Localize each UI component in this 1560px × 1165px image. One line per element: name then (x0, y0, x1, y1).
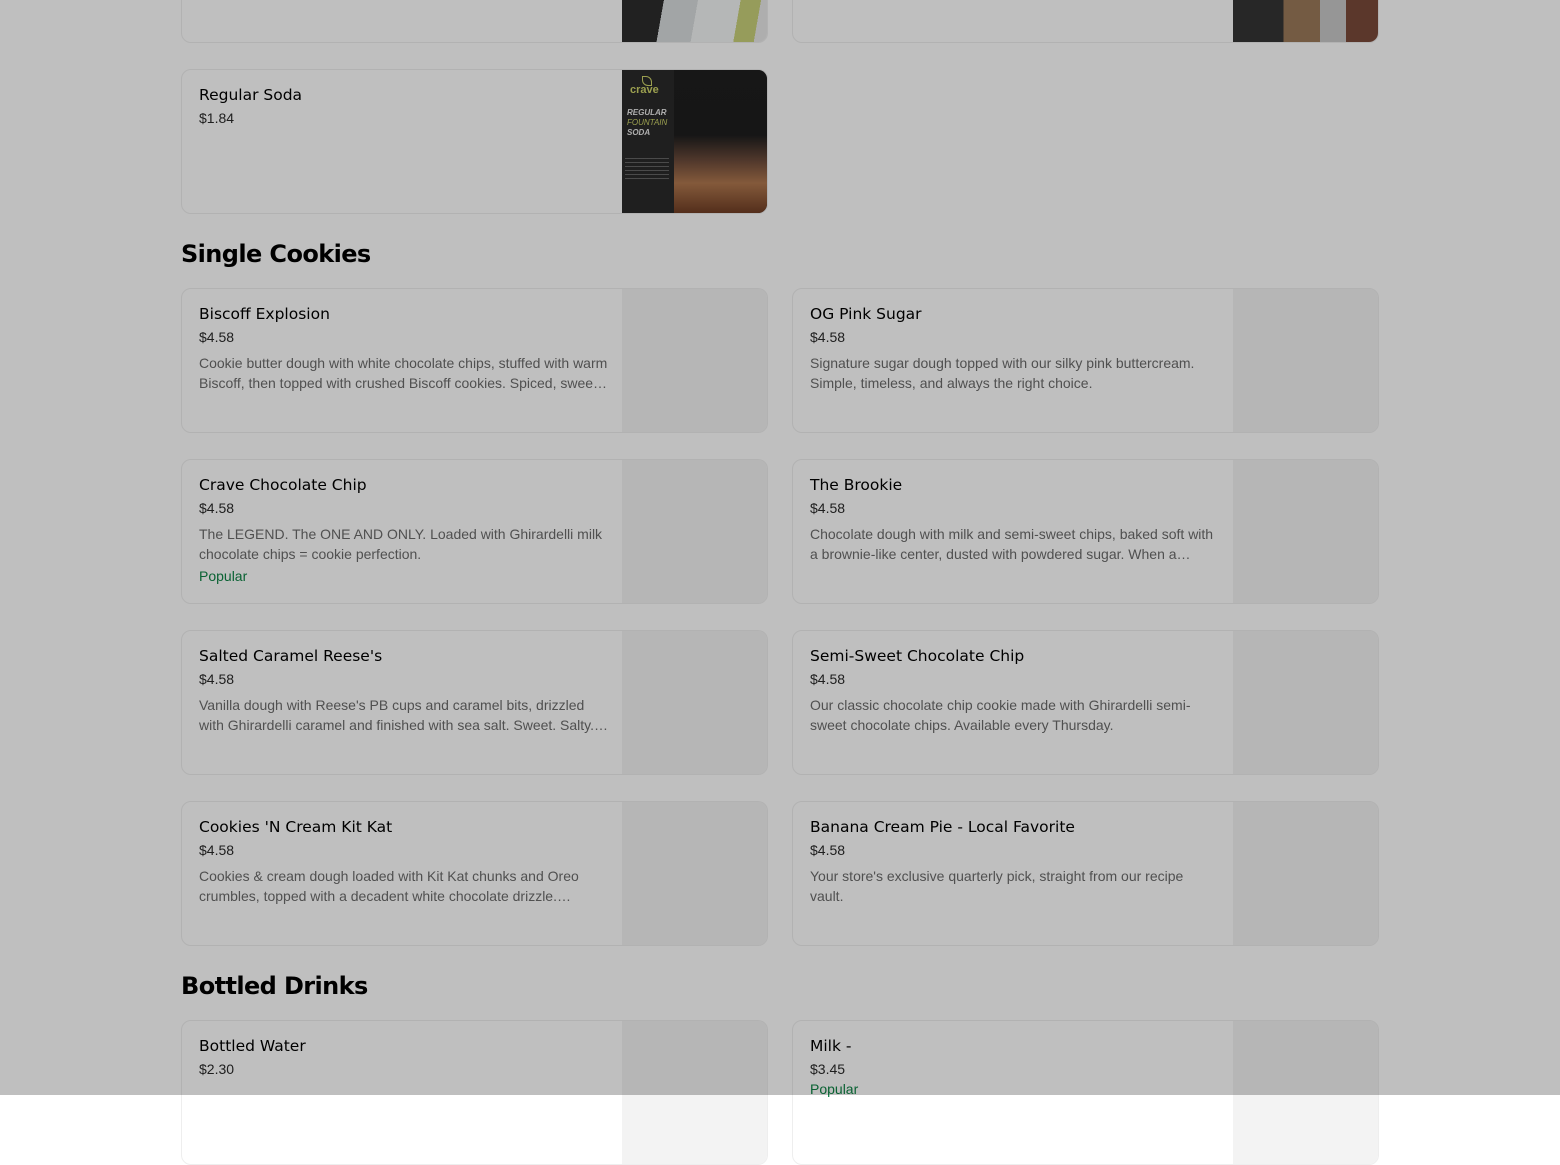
item-name: Regular Soda (199, 86, 303, 104)
menu-item-banana-cream-pie[interactable]: Banana Cream Pie - Local Favorite $4.58 … (792, 801, 1379, 946)
item-photo (1233, 0, 1378, 42)
item-photo (622, 0, 767, 42)
item-description: Our classic chocolate chip cookie made w… (810, 697, 1191, 733)
item-photo (1233, 631, 1378, 774)
item-price: $4.58 (810, 329, 846, 345)
menu-item-bottled-water[interactable]: Bottled Water $2.30 (181, 1020, 768, 1165)
section-title-single-cookies: Single Cookies (181, 240, 371, 268)
item-price: $4.58 (199, 842, 235, 858)
item-name: Banana Cream Pie - Local Favorite (810, 818, 1075, 836)
item-price: $4.58 (199, 500, 235, 516)
item-name: Salted Caramel Reese's (199, 647, 383, 665)
item-description: Signature sugar dough topped with our si… (810, 355, 1195, 391)
item-price: $4.58 (199, 671, 235, 687)
menu-item-og-pink-sugar[interactable]: OG Pink Sugar $4.58 Signature sugar doug… (792, 288, 1379, 433)
item-description: Your store's exclusive quarterly pick, s… (810, 868, 1184, 904)
item-name: Crave Chocolate Chip (199, 476, 367, 494)
item-price: $4.58 (810, 842, 846, 858)
item-photo (622, 460, 767, 603)
item-photo (1233, 1021, 1378, 1164)
item-description: Cookie butter dough with white chocolate… (199, 355, 608, 391)
item-photo (1233, 289, 1378, 432)
menu-item-the-brookie[interactable]: The Brookie $4.58 Chocolate dough with m… (792, 459, 1379, 604)
menu-item-milk[interactable]: Milk - $3.45 Popular (792, 1020, 1379, 1165)
popular-badge: Popular (810, 1081, 859, 1097)
menu-item-cookies-n-cream-kit-kat[interactable]: Cookies 'N Cream Kit Kat $4.58 Cookies &… (181, 801, 768, 946)
menu-item-regular-soda[interactable]: Regular Soda $1.84 crave REGULAR FOUNTAI… (181, 69, 768, 214)
item-description: Chocolate dough with milk and semi-sweet… (810, 526, 1214, 562)
soda-label: REGULAR FOUNTAIN SODA (627, 108, 668, 137)
item-photo (1233, 802, 1378, 945)
item-name: Semi-Sweet Chocolate Chip (810, 647, 1025, 665)
item-photo (1233, 460, 1378, 603)
item-name: The Brookie (810, 476, 903, 494)
popular-badge: Popular (199, 568, 248, 584)
item-photo (622, 802, 767, 945)
item-description: Cookies & cream dough loaded with Kit Ka… (199, 868, 579, 904)
item-price: $2.30 (199, 1061, 235, 1077)
item-name: Biscoff Explosion (199, 305, 330, 323)
section-title-bottled-drinks: Bottled Drinks (181, 972, 368, 1000)
item-photo: crave REGULAR FOUNTAIN SODA (622, 70, 767, 213)
item-description: The LEGEND. The ONE AND ONLY. Loaded wit… (199, 526, 603, 562)
item-name: Milk - (810, 1037, 852, 1055)
item-price: $3.45 (810, 1061, 846, 1077)
item-photo (622, 631, 767, 774)
item-photo (622, 1021, 767, 1164)
item-price: $4.58 (810, 671, 846, 687)
item-price: $4.58 (810, 500, 846, 516)
item-description: Vanilla dough with Reese's PB cups and c… (199, 697, 595, 733)
menu-item-biscoff-explosion[interactable]: Biscoff Explosion $4.58 Cookie butter do… (181, 288, 768, 433)
brand-logo: crave (630, 84, 659, 96)
item-price: $1.84 (199, 110, 235, 126)
item-price: $4.58 (199, 329, 235, 345)
menu-item-card[interactable] (792, 0, 1379, 43)
menu-item-card[interactable] (181, 0, 768, 43)
item-name: OG Pink Sugar (810, 305, 922, 323)
item-name: Bottled Water (199, 1037, 306, 1055)
item-name: Cookies 'N Cream Kit Kat (199, 818, 393, 836)
menu-item-crave-chocolate-chip[interactable]: Crave Chocolate Chip $4.58 The LEGEND. T… (181, 459, 768, 604)
item-photo (622, 289, 767, 432)
menu-item-salted-caramel-reeses[interactable]: Salted Caramel Reese's $4.58 Vanilla dou… (181, 630, 768, 775)
menu-item-semi-sweet-chocolate-chip[interactable]: Semi-Sweet Chocolate Chip $4.58 Our clas… (792, 630, 1379, 775)
